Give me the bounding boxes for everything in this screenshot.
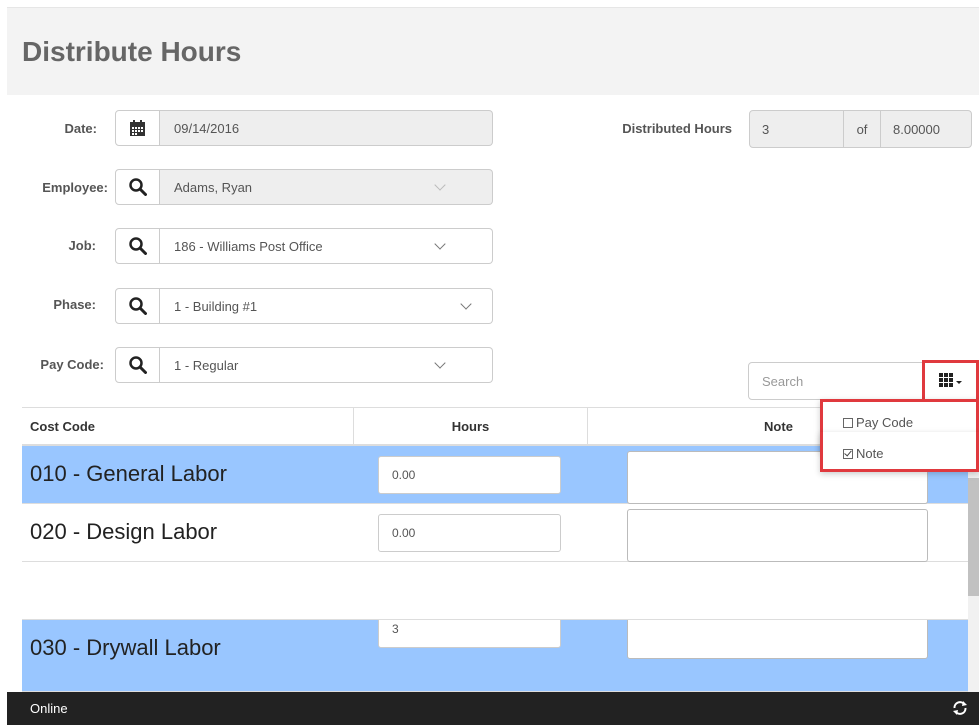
chevron-down-icon (434, 357, 446, 369)
chevron-down-icon (434, 179, 446, 191)
connection-status: Online (30, 701, 68, 716)
hours-value: 3 (392, 622, 399, 636)
employee-value: Adams, Ryan (174, 179, 253, 195)
distributed-of-label: of (843, 110, 881, 148)
total-hours-number: 8.00000 (893, 121, 940, 137)
phase-label: Phase: (53, 297, 96, 312)
of-text: of (856, 121, 868, 137)
job-label: Job: (68, 238, 96, 253)
paycode-search-button[interactable] (115, 347, 160, 383)
job-search-button[interactable] (115, 228, 160, 264)
phase-search-button[interactable] (115, 288, 160, 324)
employee-select[interactable]: Adams, Ryan (160, 169, 493, 205)
column-chooser-button[interactable] (922, 360, 979, 402)
grid-columns-icon (938, 373, 962, 387)
phase-value: 1 - Building #1 (174, 298, 258, 314)
page-header: Distribute Hours (7, 7, 979, 95)
search-icon (128, 237, 147, 255)
column-header-cost-code[interactable]: Cost Code (22, 408, 354, 445)
checkbox-icon[interactable] (843, 417, 853, 428)
paycode-label: Pay Code: (40, 357, 104, 372)
job-select[interactable]: 186 - Williams Post Office (160, 228, 493, 264)
refresh-icon[interactable] (951, 699, 969, 717)
date-picker-button[interactable] (115, 110, 160, 146)
distributed-hours-number: 3 (762, 121, 770, 137)
cost-code-cell: 020 - Design Labor (30, 519, 218, 544)
column-menu-lower: Note (820, 432, 979, 472)
search-icon (128, 356, 147, 374)
hours-value: 0.00 (392, 526, 416, 540)
employee-search-button[interactable] (115, 169, 160, 205)
search-placeholder: Search (762, 373, 804, 389)
column-menu-item-pay-code[interactable]: Pay Code (843, 415, 913, 430)
distributed-hours-value: 3 (749, 110, 844, 148)
column-menu-item-note[interactable]: Note (843, 446, 883, 461)
paycode-value: 1 - Regular (174, 357, 239, 373)
employee-label: Employee: (42, 180, 108, 195)
search-icon (128, 178, 147, 196)
search-icon (128, 297, 147, 315)
date-label: Date: (64, 121, 97, 136)
hours-value: 0.00 (392, 468, 416, 482)
hours-input[interactable]: 0.00 (378, 514, 561, 552)
page-title: Distribute Hours (22, 36, 242, 67)
column-menu-label: Note (856, 446, 884, 461)
checkbox-checked-icon[interactable] (843, 448, 853, 459)
cost-code-cell: 030 - Drywall Labor (30, 635, 221, 660)
note-input[interactable] (627, 509, 928, 562)
cost-code-cell: 010 - General Labor (30, 461, 227, 486)
status-bar: Online (7, 692, 979, 725)
calendar-icon (130, 119, 145, 136)
date-field[interactable]: 09/14/2016 (160, 110, 493, 146)
chevron-down-icon (460, 298, 472, 310)
distributed-hours-label: Distributed Hours (622, 121, 732, 136)
table-row[interactable]: 030 - Drywall Labor 3 (22, 606, 968, 692)
paycode-select[interactable]: 1 - Regular (160, 347, 493, 383)
table-row[interactable]: 020 - Design Labor 0.00 (22, 504, 968, 562)
scrollbar-thumb[interactable] (968, 478, 979, 596)
search-input[interactable]: Search (748, 362, 924, 400)
table-row-spacer (22, 562, 968, 620)
chevron-down-icon (434, 238, 446, 250)
column-header-hours[interactable]: Hours (354, 408, 588, 445)
phase-select[interactable]: 1 - Building #1 (160, 288, 493, 324)
column-menu-label: Pay Code (856, 415, 914, 430)
job-value: 186 - Williams Post Office (174, 238, 323, 254)
distributed-hours-total: 8.00000 (880, 110, 972, 148)
hours-input[interactable]: 0.00 (378, 456, 561, 494)
date-value: 09/14/2016 (174, 120, 240, 136)
